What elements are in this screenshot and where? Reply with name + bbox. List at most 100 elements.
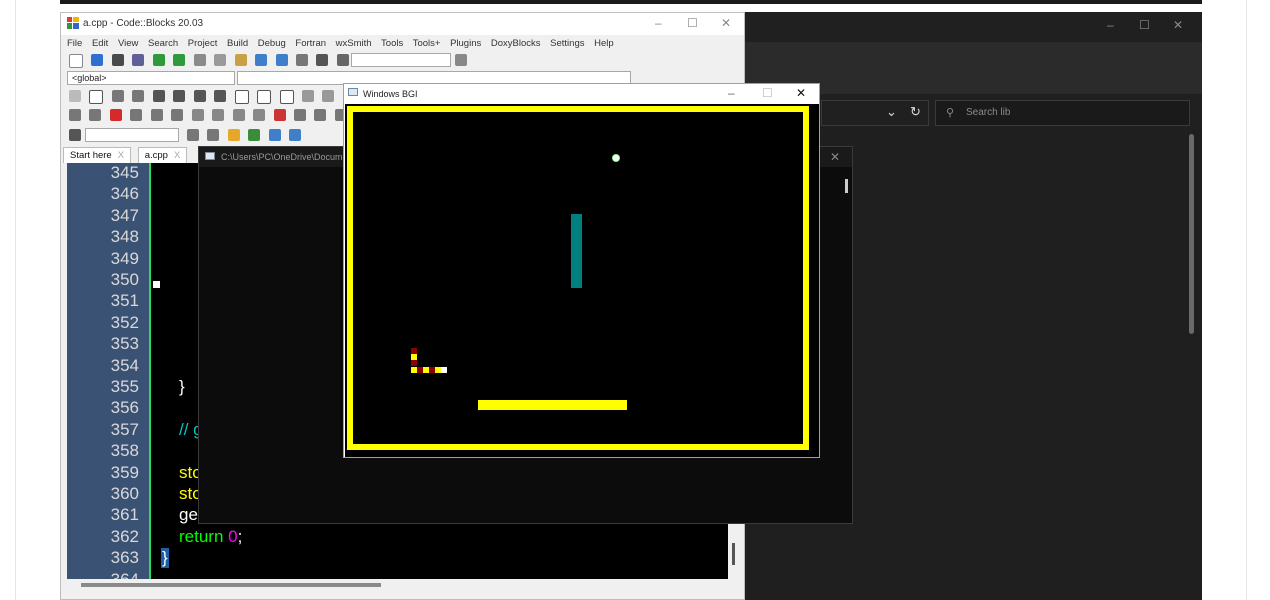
menu-tools-plus[interactable]: Tools+	[413, 38, 441, 49]
selected-text-icon[interactable]	[248, 129, 261, 141]
copy-icon[interactable]	[214, 54, 227, 66]
semicolon: ;	[237, 527, 243, 546]
line-number: 353	[110, 334, 139, 353]
block-comment-icon[interactable]	[232, 109, 245, 121]
menu-fortran[interactable]: Fortran	[295, 38, 326, 49]
save-icon[interactable]	[111, 54, 124, 66]
box4-icon[interactable]	[279, 90, 294, 104]
close-button[interactable]: ✕	[830, 150, 840, 164]
find-icon[interactable]	[255, 54, 268, 66]
maximize-button[interactable]: ☐	[687, 16, 698, 30]
panel-icon[interactable]	[152, 90, 165, 102]
build-gear-icon[interactable]	[295, 54, 308, 66]
save-all-icon[interactable]	[132, 54, 145, 66]
main-toolbar	[61, 51, 744, 69]
replace-icon[interactable]	[275, 54, 288, 66]
bookmark-prev-icon[interactable]	[130, 109, 143, 121]
menu-build[interactable]: Build	[227, 38, 248, 49]
menu-tools[interactable]: Tools	[381, 38, 403, 49]
scope-combo[interactable]: <global>	[67, 71, 235, 85]
dark-app-titlebar: – ☐ ✕	[741, 12, 1202, 42]
fold-marker[interactable]	[153, 281, 160, 288]
zoom-out-icon[interactable]	[322, 90, 335, 102]
grid-icon[interactable]	[173, 90, 186, 102]
next-arrow-icon[interactable]	[207, 129, 220, 141]
close-button[interactable]: ✕	[796, 86, 806, 100]
dialog-icon[interactable]	[132, 90, 145, 102]
pointer-icon[interactable]	[69, 90, 81, 102]
box-icon[interactable]	[214, 90, 227, 102]
minimize-button[interactable]: –	[655, 16, 662, 30]
frame-icon[interactable]	[89, 90, 104, 104]
help-icon[interactable]	[293, 109, 306, 121]
cut-icon[interactable]	[193, 54, 206, 66]
menu-help[interactable]: Help	[594, 38, 614, 49]
minimize-button[interactable]: –	[1107, 18, 1114, 32]
close-button[interactable]: ✕	[721, 16, 731, 30]
tab-start-here[interactable]: Start here X	[63, 147, 132, 163]
close-button[interactable]: ✕	[1173, 18, 1183, 32]
maximize-button[interactable]: ☐	[1139, 18, 1150, 32]
library-filter-dropdown[interactable]: ⌄ ↻	[821, 100, 929, 126]
library-search-input[interactable]: ⚲ Search lib	[935, 100, 1190, 126]
menu-doxyblocks[interactable]: DoxyBlocks	[491, 38, 541, 49]
highlight-icon[interactable]	[227, 129, 240, 141]
zoom-in-icon[interactable]	[301, 90, 314, 102]
menu-settings[interactable]: Settings	[550, 38, 584, 49]
build-target-combo[interactable]	[351, 53, 451, 67]
paste-icon[interactable]	[234, 54, 247, 66]
stream-comment-icon[interactable]	[253, 109, 266, 121]
menu-edit[interactable]: Edit	[92, 38, 108, 49]
sizer-icon[interactable]	[193, 90, 206, 102]
redo-icon[interactable]	[173, 54, 186, 66]
menu-file[interactable]: File	[67, 38, 82, 49]
horizontal-scrollbar[interactable]	[81, 583, 381, 587]
maximize-button[interactable]: ☐	[762, 86, 773, 100]
bookmark-next-icon[interactable]	[150, 109, 163, 121]
paddle	[478, 400, 627, 410]
refresh-icon[interactable]: ↻	[910, 104, 921, 120]
wrench-icon[interactable]	[314, 109, 327, 121]
game-canvas[interactable]	[345, 104, 819, 457]
ball	[613, 155, 619, 161]
line-number: 345	[110, 163, 139, 182]
uncomment-icon[interactable]	[212, 109, 225, 121]
prev-arrow-icon[interactable]	[187, 129, 199, 141]
menu-view[interactable]: View	[118, 38, 138, 49]
bgi-window-icon	[348, 88, 358, 96]
undo-icon[interactable]	[152, 54, 165, 66]
target-settings-icon[interactable]	[455, 54, 467, 66]
build-run-icon[interactable]	[336, 54, 349, 66]
box2-icon[interactable]	[234, 90, 249, 104]
back-icon[interactable]	[69, 109, 81, 121]
menu-project[interactable]: Project	[188, 38, 218, 49]
minimize-button[interactable]: –	[728, 86, 735, 100]
menu-search[interactable]: Search	[148, 38, 178, 49]
new-file-icon[interactable]	[69, 54, 83, 68]
image-icon[interactable]	[111, 90, 124, 102]
menu-debug[interactable]: Debug	[258, 38, 286, 49]
box3-icon[interactable]	[257, 90, 272, 104]
line-number: 354	[110, 356, 139, 375]
tab-a-cpp[interactable]: a.cpp X	[137, 147, 188, 163]
forward-icon[interactable]	[89, 109, 102, 121]
tab-close-icon[interactable]: X	[118, 150, 124, 161]
menu-plugins[interactable]: Plugins	[450, 38, 481, 49]
bgi-title: Windows BGI	[363, 89, 418, 99]
open-file-icon[interactable]	[91, 54, 104, 66]
regex-icon[interactable]	[289, 129, 302, 141]
jump-combo[interactable]	[85, 128, 179, 142]
match-case-icon[interactable]	[268, 129, 281, 141]
run-icon[interactable]	[316, 54, 329, 66]
stop-icon[interactable]	[273, 109, 286, 121]
vertical-scrollbar[interactable]	[732, 543, 735, 565]
dark-app-scrollbar[interactable]	[1189, 134, 1194, 334]
jump-icon[interactable]	[69, 129, 81, 141]
tab-close-icon[interactable]: X	[174, 150, 180, 161]
bookmark-icon[interactable]	[109, 109, 122, 121]
console-scrollbar[interactable]	[845, 179, 848, 193]
menu-wxsmith[interactable]: wxSmith	[336, 38, 372, 49]
comment-icon[interactable]	[191, 109, 204, 121]
bookmark-clear-icon[interactable]	[171, 109, 184, 121]
line-number: 361	[110, 505, 139, 524]
